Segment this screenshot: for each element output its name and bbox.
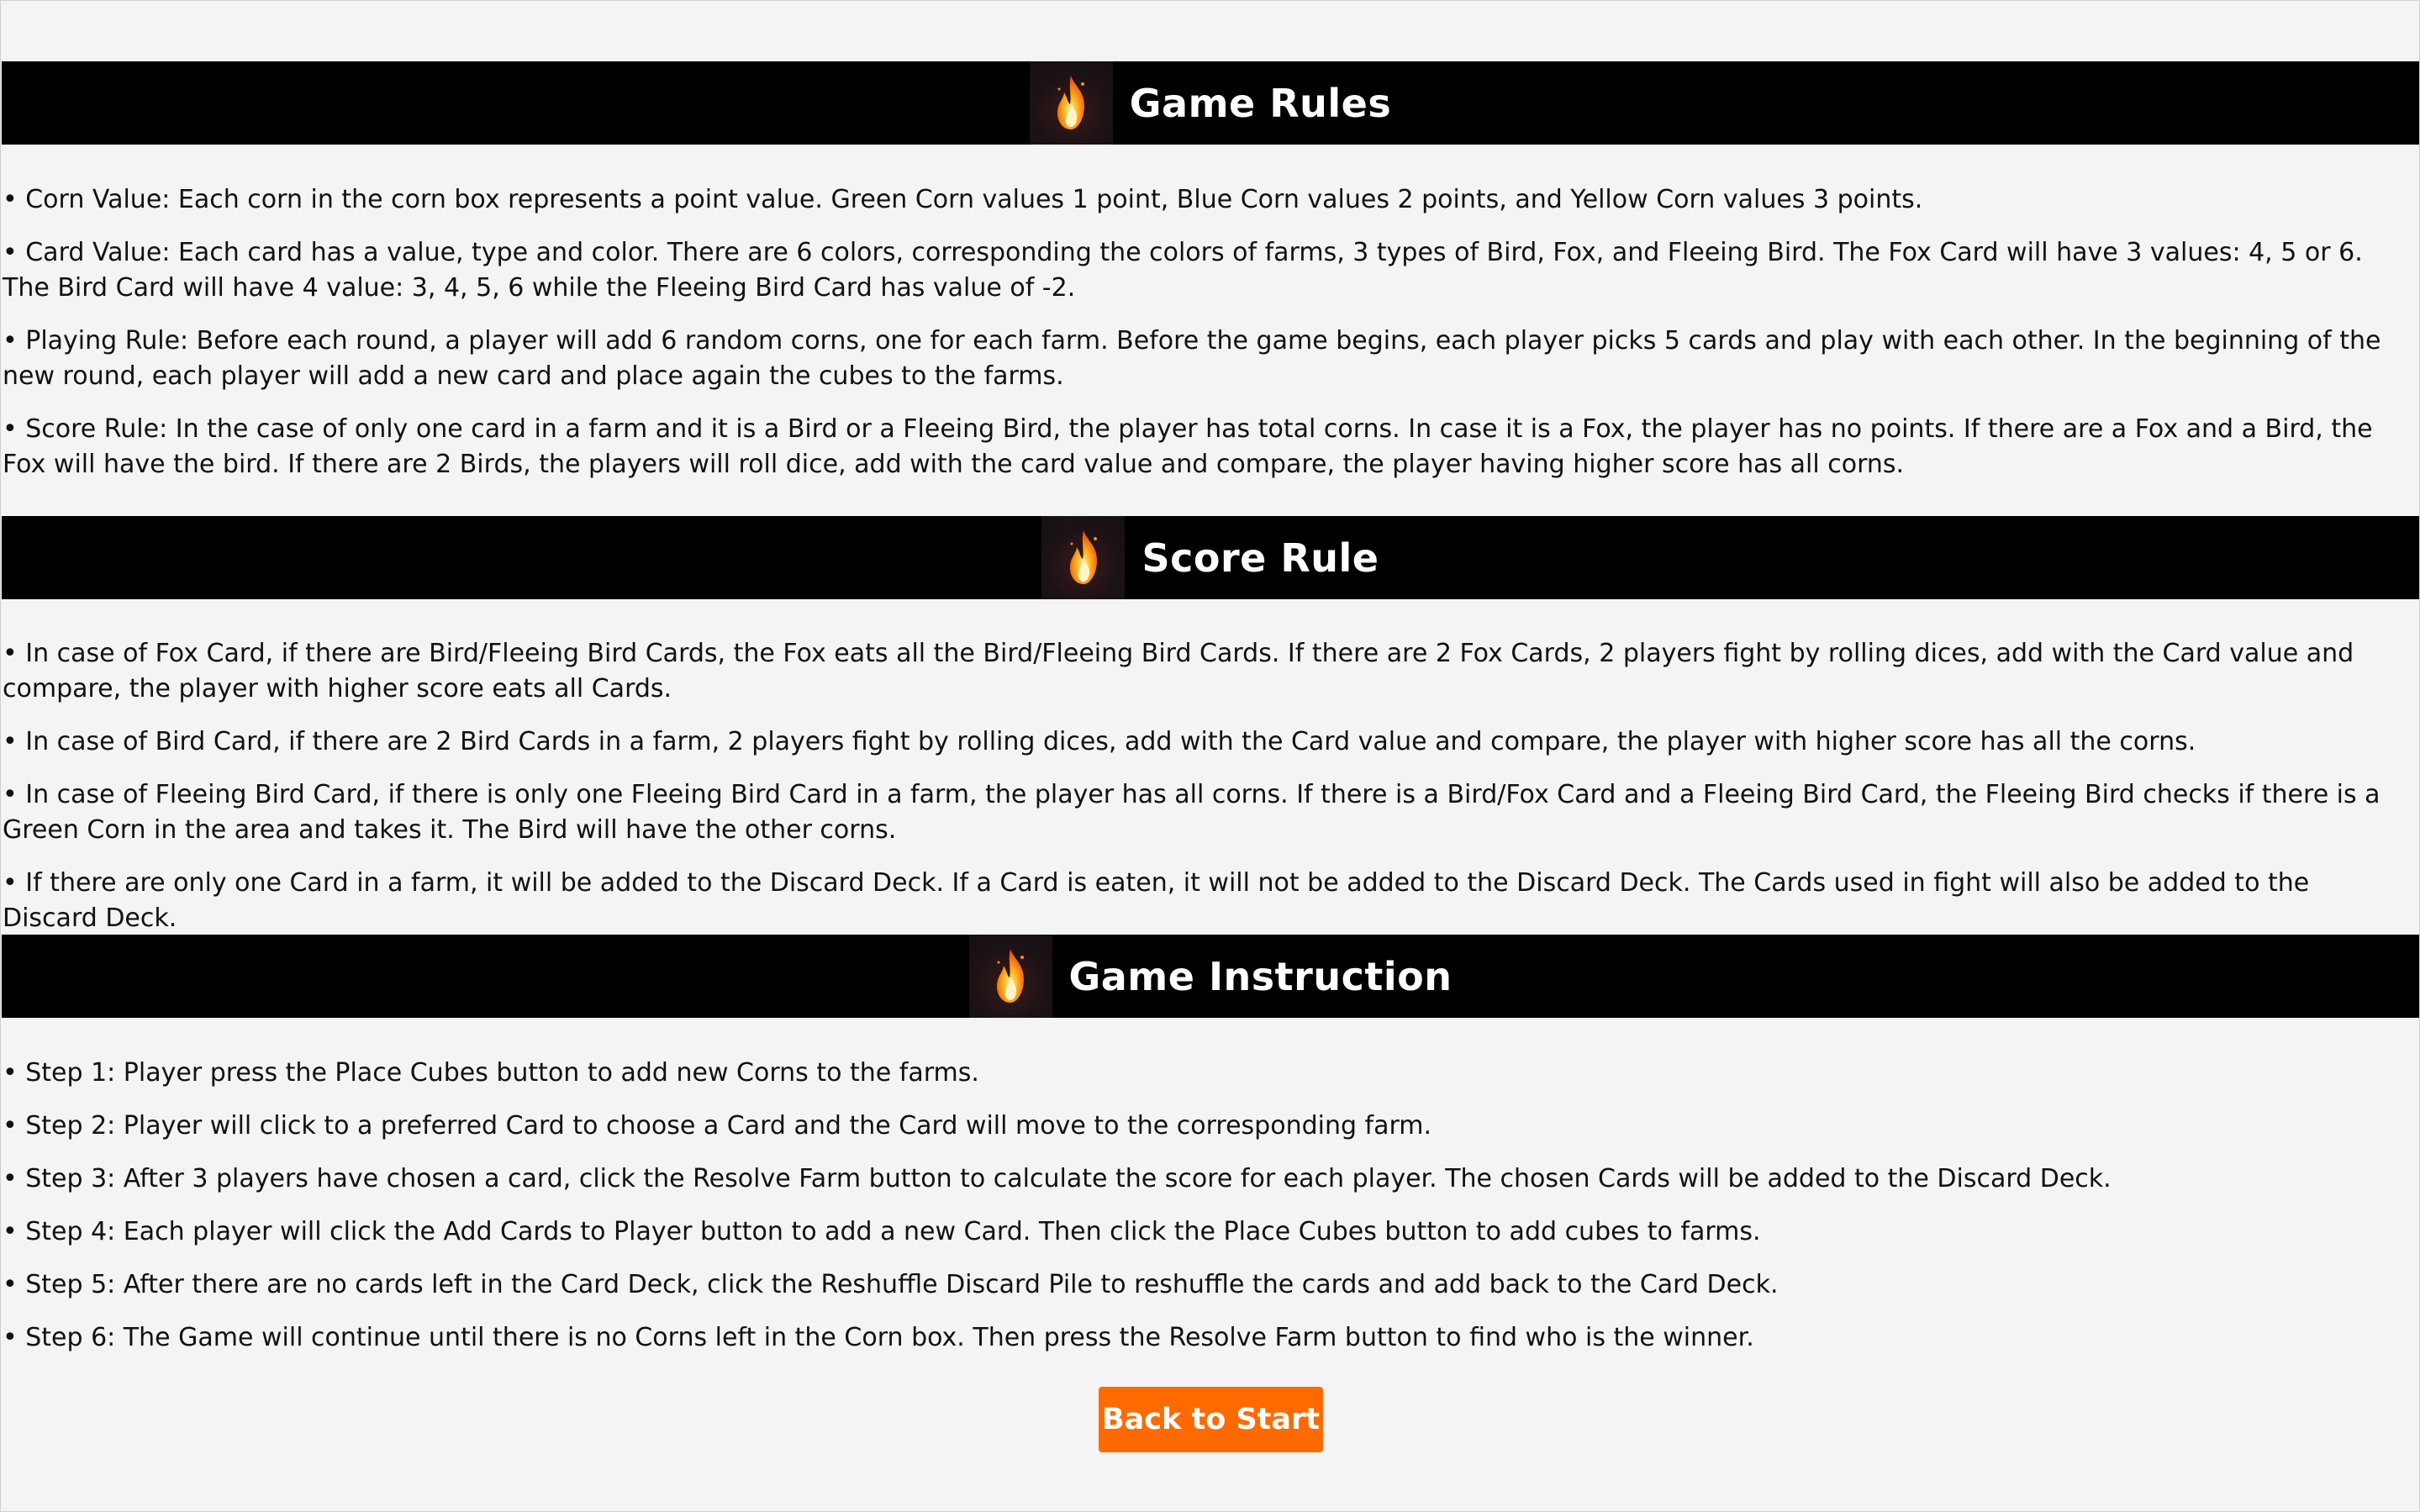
rule-item: • If there are only one Card in a farm, …	[3, 868, 2310, 933]
flame-icon	[1041, 516, 1126, 599]
game-rules-header-content: Game Rules	[1029, 61, 1392, 145]
score-rule-header-content: Score Rule	[1041, 516, 1379, 599]
instruction-step: • Step 4: Each player will click the Add…	[3, 1217, 1761, 1246]
back-to-start-button[interactable]: Back to Start	[1099, 1387, 1323, 1452]
game-instruction-header-content: Game Instruction	[968, 935, 1453, 1018]
flame-icon	[968, 935, 1052, 1018]
section-title: Score Rule	[1141, 535, 1379, 581]
instruction-step: • Step 2: Player will click to a preferr…	[3, 1111, 1432, 1141]
rule-item: • Card Value: Each card has a value, typ…	[3, 238, 2363, 303]
rule-item: • Corn Value: Each corn in the corn box …	[3, 185, 1923, 214]
game-rules-header: Game Rules	[2, 61, 2419, 145]
instruction-step: • Step 1: Player press the Place Cubes b…	[3, 1058, 979, 1088]
instruction-step: • Step 5: After there are no cards left …	[3, 1270, 1779, 1299]
rule-item: • In case of Bird Card, if there are 2 B…	[3, 727, 2196, 756]
game-rules-list: • Corn Value: Each corn in the corn box …	[3, 182, 2390, 482]
game-instruction-header: Game Instruction	[2, 935, 2419, 1018]
score-rule-list: • In case of Fox Card, if there are Bird…	[3, 636, 2390, 936]
rule-item: • In case of Fleeing Bird Card, if there…	[3, 780, 2380, 845]
section-title: Game Rules	[1129, 80, 1392, 126]
rule-item: • Playing Rule: Before each round, a pla…	[3, 326, 2381, 391]
game-instruction-list: • Step 1: Player press the Place Cubes b…	[3, 1056, 2390, 1356]
rule-item: • In case of Fox Card, if there are Bird…	[3, 639, 2354, 703]
rule-item: • Score Rule: In the case of only one ca…	[3, 414, 2373, 479]
instruction-step: • Step 6: The Game will continue until t…	[3, 1323, 1754, 1352]
instruction-step: • Step 3: After 3 players have chosen a …	[3, 1164, 2112, 1193]
score-rule-header: Score Rule	[2, 516, 2419, 599]
rules-page: Game Rules • Corn Value: Each corn in th…	[0, 0, 2420, 1512]
flame-icon	[1029, 61, 1113, 145]
section-title: Game Instruction	[1068, 953, 1453, 999]
